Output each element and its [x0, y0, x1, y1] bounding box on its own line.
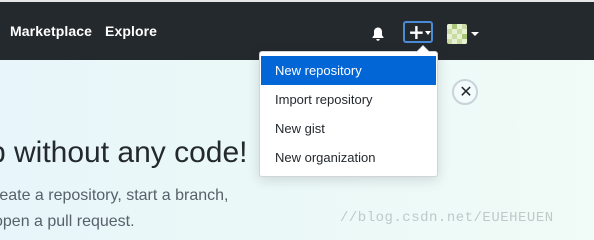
menu-item-new-repository[interactable]: New repository [261, 56, 436, 85]
create-new-button[interactable]: + [403, 21, 433, 43]
banner-heading: p without any code! [0, 136, 248, 169]
menu-item-new-gist[interactable]: New gist [261, 114, 436, 143]
plus-icon: + [408, 20, 425, 44]
close-button[interactable]: ✕ [452, 79, 478, 105]
banner-text: reate a repository, start a branch, open… [0, 183, 294, 235]
avatar[interactable] [447, 24, 467, 44]
dropdown-arrow-inner [417, 46, 429, 52]
banner-text-line: open a pull request. [0, 213, 135, 230]
banner-text-line: reate a repository, start a branch, [0, 187, 229, 204]
watermark: //blog.csdn.net/EUEHEUEN [340, 210, 554, 226]
caret-down-icon [425, 31, 431, 35]
caret-down-icon[interactable] [471, 32, 479, 36]
nav-marketplace-link[interactable]: Marketplace [10, 23, 92, 39]
nav-explore-link[interactable]: Explore [105, 23, 157, 39]
menu-item-import-repository[interactable]: Import repository [261, 85, 436, 114]
create-dropdown-menu: New repository Import repository New gis… [259, 45, 438, 177]
bell-icon[interactable] [370, 26, 386, 42]
menu-item-new-organization[interactable]: New organization [261, 143, 436, 172]
close-icon: ✕ [459, 82, 473, 101]
